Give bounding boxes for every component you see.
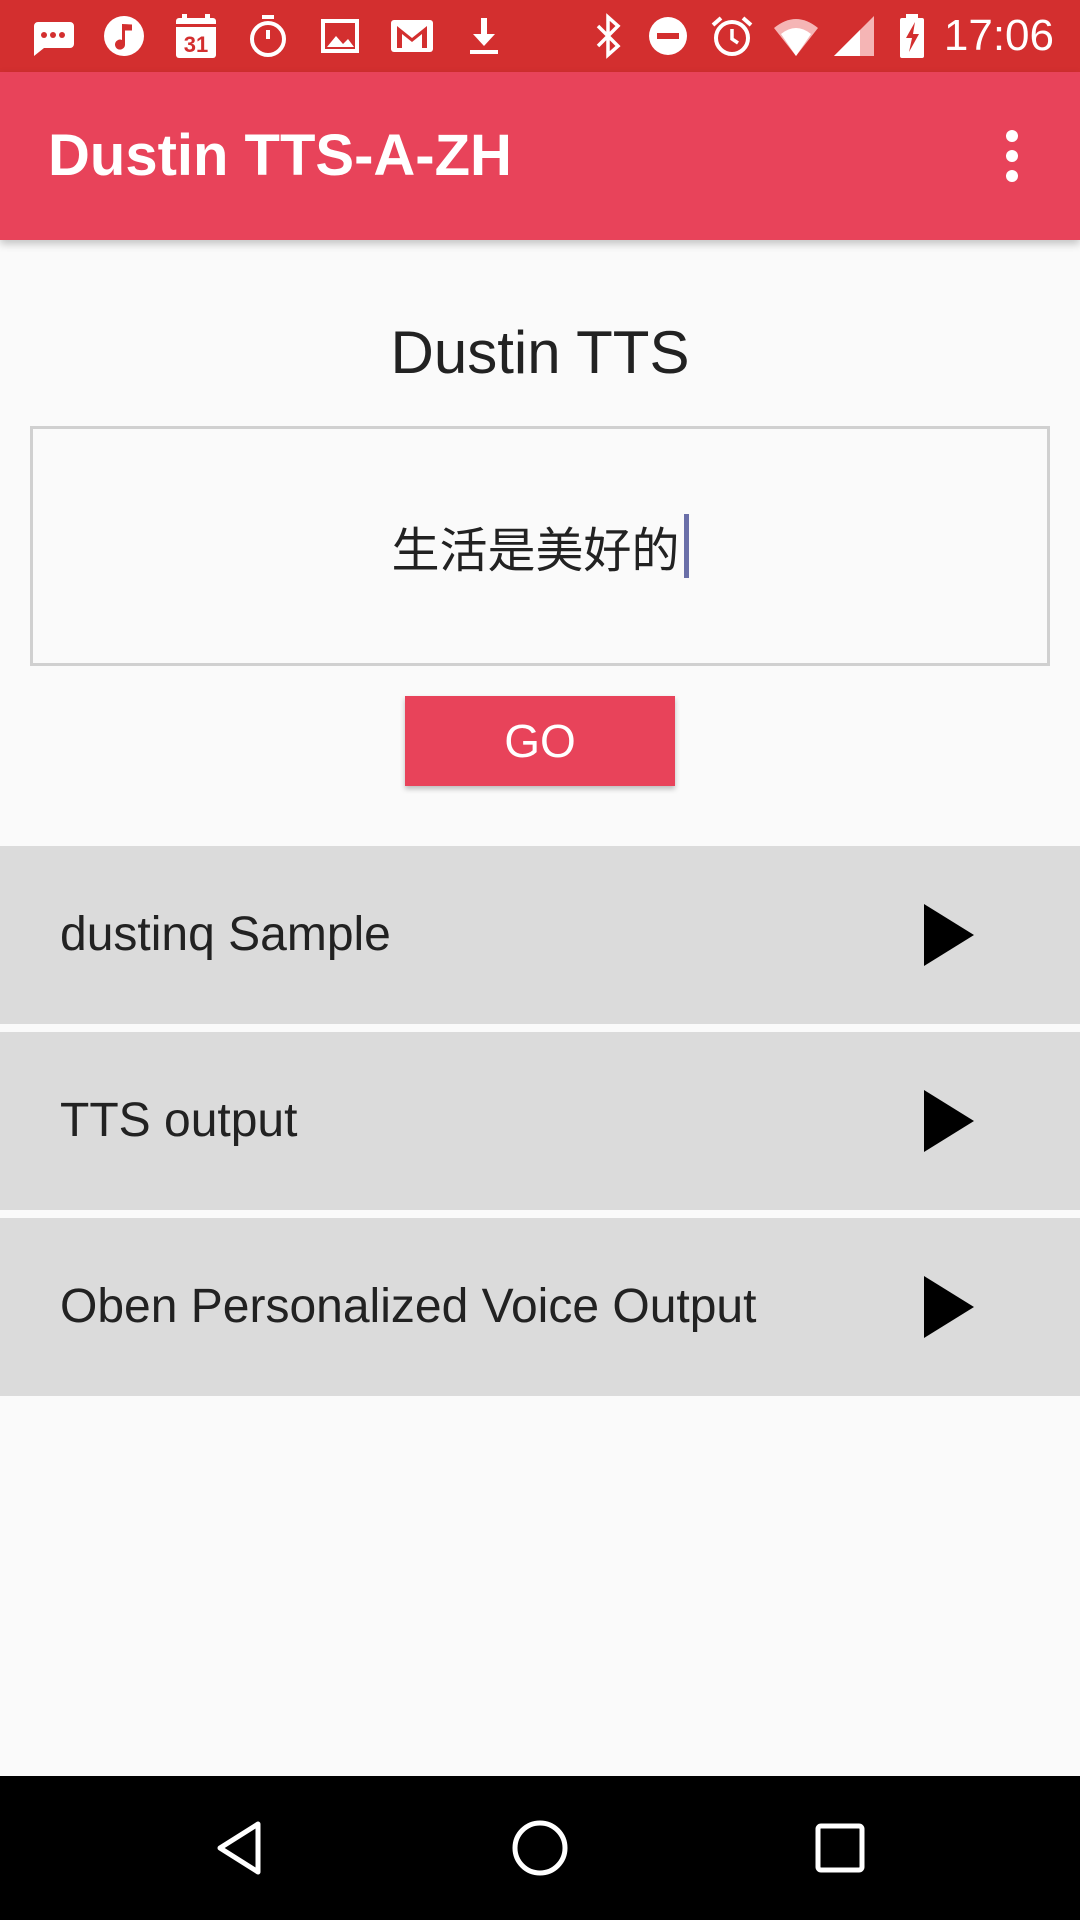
signal-icon [830, 12, 878, 60]
stopwatch-icon [244, 12, 292, 60]
calendar-icon: 31 [172, 12, 220, 60]
navigation-bar [0, 1776, 1080, 1920]
wifi-icon [772, 12, 820, 60]
more-vert-icon[interactable] [972, 116, 1052, 196]
page-heading: Dustin TTS [390, 319, 690, 386]
clock: 17:06 [943, 11, 1054, 60]
list-item[interactable]: Oben Personalized Voice Output [0, 1218, 1080, 1396]
list-item-label: TTS output [60, 1094, 298, 1147]
status-bar: 31 17:06 [0, 0, 1080, 72]
play-icon[interactable] [918, 900, 978, 970]
gmail-icon [388, 12, 436, 60]
recents-icon[interactable] [800, 1808, 880, 1888]
calendar-day: 31 [184, 32, 208, 57]
battery-charging-icon [888, 12, 936, 60]
text-cursor [683, 514, 689, 578]
app-bar: Dustin TTS-A-ZH [0, 72, 1080, 240]
tts-text-input[interactable]: 生活是美好的 [30, 426, 1050, 666]
back-icon[interactable] [200, 1808, 280, 1888]
app-title: Dustin TTS-A-ZH [48, 123, 512, 188]
play-icon[interactable] [918, 1086, 978, 1156]
list-item[interactable]: TTS output [0, 1032, 1080, 1210]
list-item-label: Oben Personalized Voice Output [60, 1280, 757, 1333]
do-not-disturb-icon [644, 12, 692, 60]
messages-icon [28, 12, 76, 60]
list-item[interactable]: dustinq Sample [0, 846, 1080, 1024]
list-item-label: dustinq Sample [60, 908, 391, 961]
home-icon[interactable] [500, 1808, 580, 1888]
music-icon [100, 12, 148, 60]
download-icon [460, 12, 508, 60]
bluetooth-icon [584, 12, 632, 60]
image-icon [316, 12, 364, 60]
alarm-icon [708, 12, 756, 60]
play-icon[interactable] [918, 1272, 978, 1342]
go-button[interactable]: GO [405, 696, 675, 786]
tts-text-value: 生活是美好的 [391, 523, 680, 579]
